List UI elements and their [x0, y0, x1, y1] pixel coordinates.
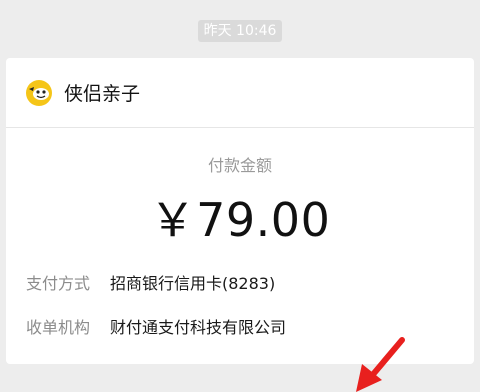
detail-value: 招商银行信用卡(8283)	[110, 274, 276, 293]
detail-row-payment-method: 支付方式 招商银行信用卡(8283)	[26, 270, 275, 294]
payment-receipt-card[interactable]: 侠侣亲子 付款金额 ￥79.00 支付方式 招商银行信用卡(8283) 收单机构…	[6, 58, 474, 364]
detail-label: 收单机构	[26, 318, 91, 337]
merchant-header[interactable]: 侠侣亲子	[6, 58, 474, 128]
red-arrow-icon	[356, 337, 405, 392]
merchant-name: 侠侣亲子	[64, 83, 141, 105]
detail-value: 财付通支付科技有限公司	[110, 318, 287, 337]
payment-amount: ￥79.00	[149, 193, 331, 247]
message-timestamp: 昨天 10:46	[197, 20, 283, 42]
detail-label: 支付方式	[26, 274, 91, 293]
detail-row-acquirer: 收单机构 财付通支付科技有限公司	[26, 314, 286, 338]
timestamp-container: 昨天 10:46	[0, 20, 480, 42]
smiley-mascot-icon	[26, 79, 52, 106]
amount-label: 付款金额	[207, 156, 272, 175]
